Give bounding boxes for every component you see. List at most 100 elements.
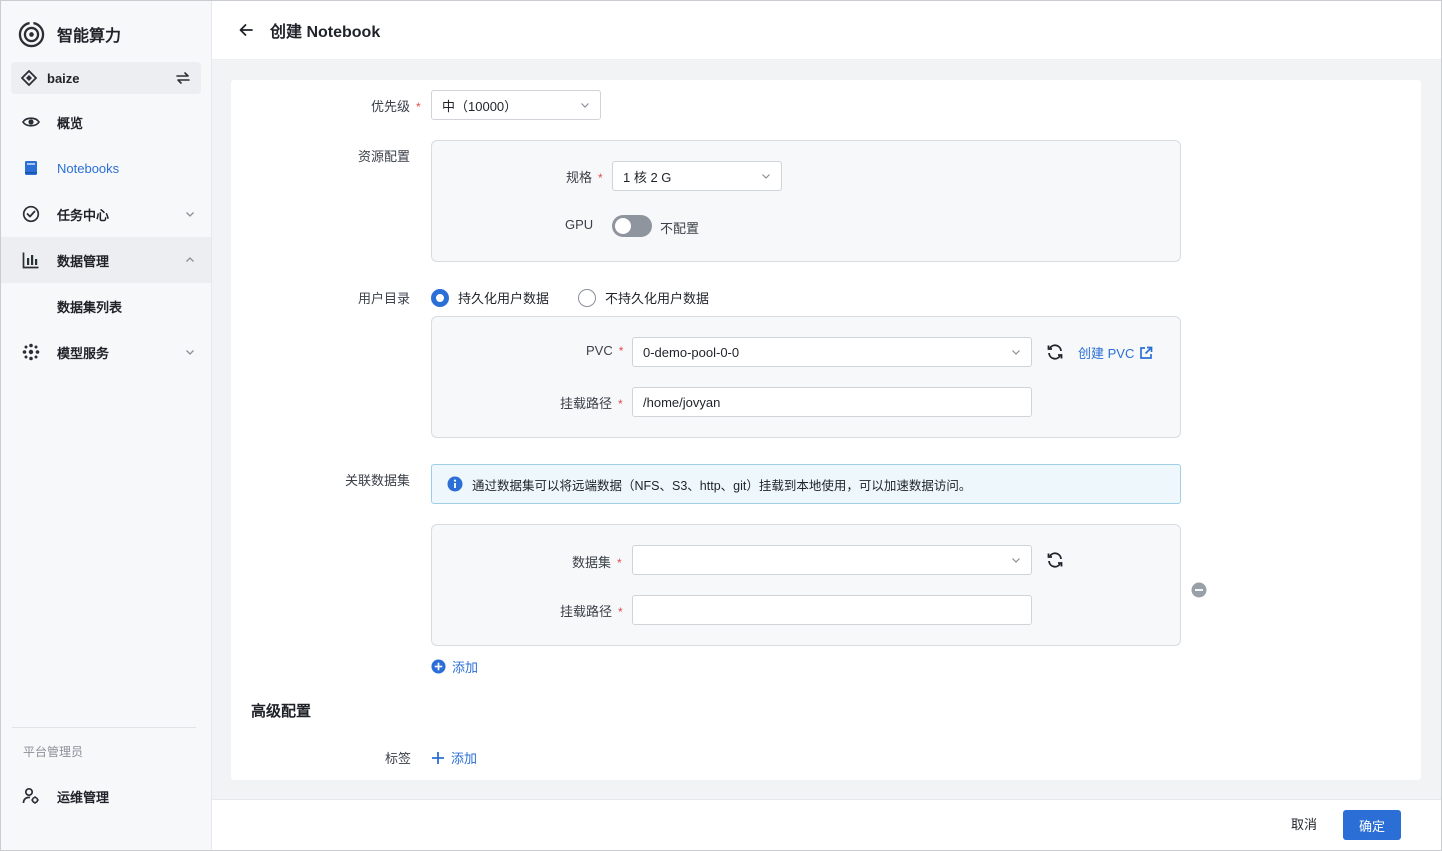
plus-icon (432, 751, 444, 764)
remove-circle-icon[interactable] (1189, 580, 1209, 600)
page-header: 创建 Notebook (212, 0, 1442, 60)
info-icon (447, 476, 463, 492)
spec-label-text: 规格 (566, 170, 593, 185)
mount-path-input[interactable]: /home/jovyan (632, 387, 1032, 417)
add-tag-button[interactable]: 添加 (431, 748, 477, 767)
task-check-icon (22, 205, 40, 223)
create-pvc-link[interactable]: 创建 PVC (1078, 343, 1153, 362)
required-mark: * (598, 171, 603, 185)
page-footer: 取消 确定 (212, 799, 1442, 851)
sidebar-item-overview[interactable]: 概览 (0, 99, 211, 145)
chevron-down-icon (581, 103, 589, 108)
required-mark: * (618, 344, 624, 358)
info-text: 通过数据集可以将远端数据（NFS、S3、http、git）挂载到本地使用，可以加… (472, 478, 972, 493)
spec-select[interactable]: 1 核 2 G (612, 161, 782, 191)
tags-label: 标签 (385, 751, 412, 766)
mount-path-label-text: 挂载路径 (560, 396, 613, 411)
pvc-label: PVC * (586, 343, 623, 358)
gpu-state-text: 不配置 (660, 221, 700, 236)
page-title: 创建 Notebook (270, 23, 381, 41)
advanced-section-title: 高级配置 (251, 703, 312, 720)
workspace-switcher[interactable]: baize (11, 62, 201, 94)
required-mark: * (617, 556, 622, 570)
sidebar-item-label: 任务中心 (57, 207, 110, 223)
radio-no-persist-user-data[interactable]: 不持久化用户数据 (578, 288, 709, 307)
refresh-icon[interactable] (1045, 550, 1065, 570)
model-node-icon (22, 343, 40, 361)
sidebar-item-ops-management[interactable]: 运维管理 (0, 773, 211, 819)
sidebar-item-notebooks[interactable]: Notebooks (0, 145, 211, 191)
sidebar-item-model-service[interactable]: 模型服务 (0, 329, 211, 375)
spec-label: 规格 * (566, 167, 603, 186)
chevron-down-icon (186, 212, 194, 217)
swap-icon[interactable] (175, 70, 191, 86)
workspace-icon (21, 70, 37, 86)
required-mark: * (618, 605, 623, 619)
user-gear-icon (22, 787, 40, 805)
required-mark: * (618, 397, 623, 411)
sidebar-item-dataset-list[interactable]: 数据集列表 (0, 284, 211, 328)
resource-config-box (431, 140, 1181, 262)
chevron-up-icon (186, 257, 194, 262)
notebook-icon (22, 159, 40, 177)
sidebar-section-title: 平台管理员 (23, 745, 84, 759)
required-mark: * (416, 100, 421, 114)
sidebar: 智能算力 baize 概览 Notebooks 任务中心 数据管理 数据集列表 … (0, 0, 212, 851)
refresh-icon[interactable] (1045, 342, 1065, 362)
chevron-down-icon (762, 174, 770, 179)
radio-circle (578, 288, 596, 307)
radio-persist-user-data[interactable]: 持久化用户数据 (431, 288, 549, 307)
pvc-value: 0-demo-pool-0-0 (643, 344, 740, 360)
sidebar-item-label: 数据管理 (57, 253, 110, 269)
gpu-toggle[interactable] (612, 215, 652, 237)
dataset-mount-label-text: 挂载路径 (560, 604, 613, 619)
sidebar-divider (12, 727, 196, 728)
workspace-name: baize (47, 70, 80, 86)
back-arrow-icon[interactable] (237, 21, 255, 39)
sidebar-item-label: 概览 (57, 115, 84, 131)
sidebar-item-label: Notebooks (57, 160, 120, 176)
cancel-button[interactable]: 取消 (1291, 814, 1317, 833)
chevron-down-icon (1012, 558, 1020, 563)
priority-label-text: 优先级 (371, 99, 411, 114)
dataset-select[interactable] (632, 545, 1032, 575)
pvc-select[interactable]: 0-demo-pool-0-0 (632, 337, 1032, 367)
sidebar-item-task-center[interactable]: 任务中心 (0, 191, 211, 237)
gpu-label: GPU (565, 217, 594, 232)
dataset-mount-label: 挂载路径 * (560, 601, 623, 620)
brand[interactable]: 智能算力 (18, 20, 121, 48)
priority-value: 中（10000） (442, 98, 518, 114)
add-dataset-button[interactable]: 添加 (431, 657, 478, 676)
add-tag-text: 添加 (451, 751, 478, 766)
create-pvc-text: 创建 PVC (1078, 346, 1135, 361)
chevron-down-icon (1012, 350, 1020, 355)
radio-label: 不持久化用户数据 (605, 291, 710, 306)
user-dir-label: 用户目录 (358, 291, 411, 306)
external-link-icon (1140, 346, 1153, 359)
toggle-knob (615, 218, 631, 234)
priority-label: 优先级 * (371, 96, 421, 115)
chevron-down-icon (186, 350, 194, 355)
mount-path-label: 挂载路径 * (560, 393, 623, 412)
dataset-label-text: 数据集 (572, 555, 612, 570)
dataset-section-label: 关联数据集 (345, 473, 411, 488)
spec-value: 1 核 2 G (623, 169, 672, 185)
sidebar-item-label: 模型服务 (57, 345, 110, 361)
radio-circle (431, 288, 449, 307)
user-dir-box (431, 316, 1181, 438)
radio-label: 持久化用户数据 (458, 291, 550, 306)
eye-icon (22, 113, 40, 131)
priority-select[interactable]: 中（10000） (431, 90, 601, 120)
confirm-button[interactable]: 确定 (1343, 810, 1401, 840)
pvc-label-text: PVC (586, 343, 613, 358)
dataset-label: 数据集 * (572, 552, 622, 571)
add-circle-icon (431, 659, 446, 674)
sidebar-item-label: 运维管理 (57, 789, 110, 805)
sidebar-item-data-management[interactable]: 数据管理 (0, 237, 211, 283)
dataset-info-banner: 通过数据集可以将远端数据（NFS、S3、http、git）挂载到本地使用，可以加… (431, 464, 1181, 504)
dataset-mount-input[interactable] (632, 595, 1032, 625)
add-dataset-text: 添加 (452, 660, 479, 675)
resource-label: 资源配置 (358, 149, 411, 164)
dataset-box (431, 524, 1181, 646)
app-name: 智能算力 (57, 28, 122, 45)
